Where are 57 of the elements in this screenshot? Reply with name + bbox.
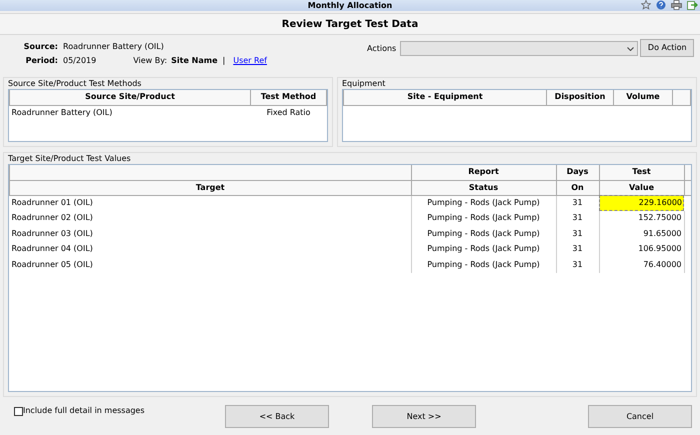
table-cell: Roadrunner 05 (OIL) [10,257,411,272]
table-cell: Roadrunner 04 (OIL) [10,242,411,257]
table-cell: Roadrunner 03 (OIL) [10,226,411,242]
group-title: Equipment [342,78,386,89]
column-header: Test Method [250,90,326,105]
separator: | [222,55,226,67]
source-label: Source: [22,41,58,53]
printer-icon[interactable] [671,0,682,10]
table-cell: Fixed Ratio [250,105,326,120]
view-by-label: View By: [133,55,168,67]
period-value: 05/2019 [63,55,96,67]
period-label: Period: [24,55,58,67]
column-header: Test [599,165,684,180]
do-action-button[interactable]: Do Action [640,39,694,57]
table-cell[interactable]: 106.95000 [599,242,684,257]
next-button[interactable]: Next >> [372,405,476,428]
back-button[interactable]: << Back [225,405,329,428]
column-header: Report [411,165,556,180]
table-cell[interactable]: 76.40000 [599,257,684,272]
column-header: Days [556,165,599,180]
table-cell: Roadrunner 01 (OIL) [10,195,411,210]
source-value: Roadrunner Battery (OIL) [63,42,164,51]
table-cell: Roadrunner 02 (OIL) [10,210,411,226]
table-cell: Pumping - Rods (Jack Pump) [411,257,556,272]
selected-cell[interactable]: 229.16000 [599,195,684,210]
table-cell: Pumping - Rods (Jack Pump) [411,242,556,257]
cancel-button[interactable]: Cancel [588,405,692,428]
table-cell: Roadrunner Battery (OIL) [10,105,250,120]
group-title: Source Site/Product Test Methods [8,78,142,89]
user-ref-link[interactable]: User Ref [233,55,267,67]
page-title: Review Target Test Data [282,18,418,32]
column-header: Site - Equipment [344,90,546,105]
export-icon[interactable] [687,0,698,10]
caret-icon [627,46,634,50]
table-cell: 31 [556,257,599,272]
help-icon[interactable] [656,0,666,10]
table-cell[interactable]: 91.65000 [599,226,684,242]
column-header: Target [10,180,411,195]
table-cell: Pumping - Rods (Jack Pump) [411,210,556,226]
table-cell: 31 [556,210,599,226]
view-by-value: Site Name [171,55,218,67]
column-header: Source Site/Product [10,90,250,105]
table-cell: Pumping - Rods (Jack Pump) [411,195,556,210]
window-title: Monthly Allocation [308,0,392,12]
table-cell: 31 [556,226,599,242]
column-header: Disposition [546,90,614,105]
actions-label: Actions [367,43,396,55]
include-detail-checkbox[interactable]: Include full detail in messages [14,405,225,417]
column-header: Volume [614,90,672,105]
table-cell[interactable]: 152.75000 [599,210,684,226]
column-header: On [556,180,599,195]
column-header: Value [599,180,684,195]
table-cell: Pumping - Rods (Jack Pump) [411,226,556,242]
group-title: Target Site/Product Test Values [8,153,132,164]
table-cell: 31 [556,242,599,257]
column-header: Status [411,180,556,195]
star-icon[interactable] [641,0,651,10]
